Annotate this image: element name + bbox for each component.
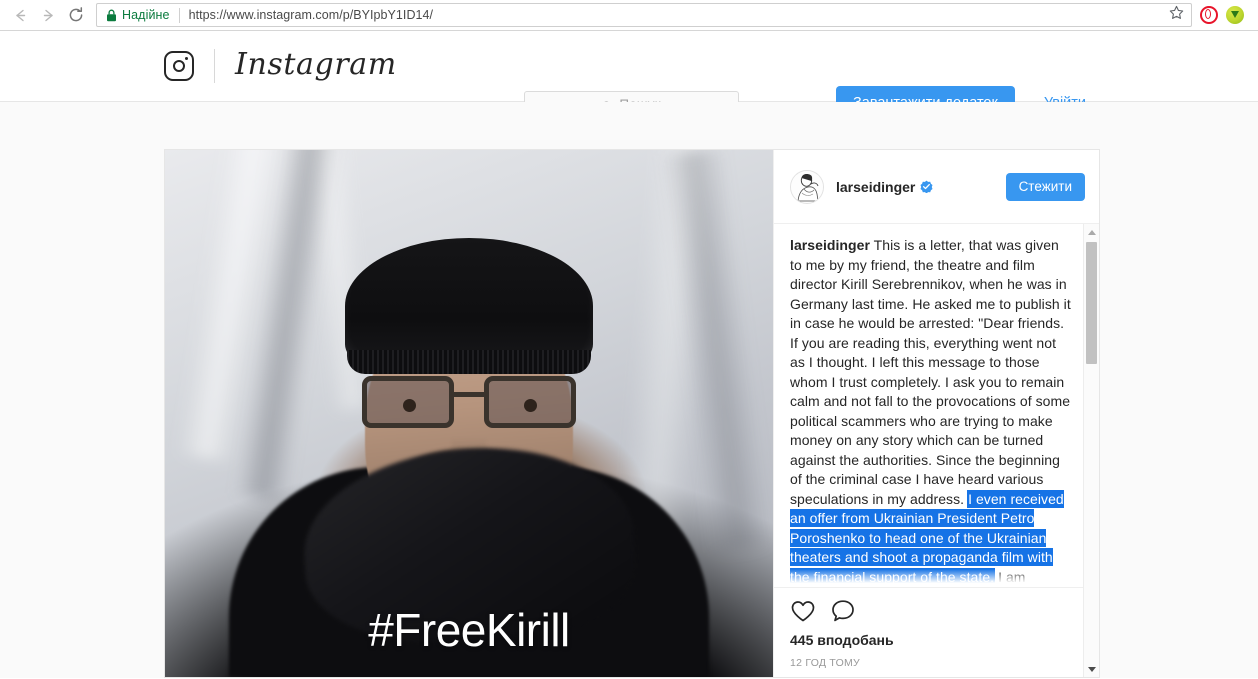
page-body: #FreeKirill larseidinger Стежити larseid… — [0, 102, 1258, 678]
address-bar[interactable]: Надійне https://www.instagram.com/p/BYIp… — [96, 3, 1192, 27]
scroll-up-arrow-icon[interactable] — [1084, 224, 1099, 240]
post-media[interactable]: #FreeKirill — [165, 150, 773, 677]
scrollbar-thumb[interactable] — [1086, 242, 1097, 364]
omnibox-divider — [178, 7, 180, 23]
caption-scrollbar[interactable] — [1083, 224, 1099, 677]
star-icon — [1169, 5, 1184, 25]
reload-icon — [67, 6, 85, 24]
caption-area[interactable]: larseidinger This is a letter, that was … — [774, 224, 1099, 587]
reload-button[interactable] — [62, 2, 90, 28]
forward-arrow-icon — [40, 7, 57, 24]
comment-bubble-icon[interactable] — [830, 598, 856, 624]
url-text: https://www.instagram.com/p/BYIpbY1ID14/ — [188, 8, 434, 22]
lock-icon — [106, 9, 117, 22]
scroll-down-arrow-icon[interactable] — [1084, 661, 1099, 677]
post-actions — [790, 598, 1083, 624]
post-header: larseidinger Стежити — [774, 150, 1099, 224]
likes-count: 445 вподобань — [790, 632, 894, 648]
follow-button[interactable]: Стежити — [1005, 172, 1085, 201]
bookmark-button[interactable] — [1165, 4, 1187, 26]
post-caption: larseidinger This is a letter, that was … — [790, 236, 1073, 587]
photo-overlay-text: #FreeKirill — [368, 604, 570, 656]
green-download-extension-icon[interactable] — [1226, 6, 1244, 24]
caption-text-before: This is a letter, that was given to me b… — [790, 237, 1071, 507]
opera-extension-icon[interactable] — [1200, 6, 1218, 24]
security-label: Надійне — [122, 8, 170, 22]
instagram-wordmark: Instagram — [235, 46, 397, 82]
back-arrow-icon — [12, 7, 29, 24]
post-timestamp: 12 ГОД ТОМУ — [790, 657, 860, 669]
post-sidebar: larseidinger Стежити larseidinger This i… — [773, 150, 1099, 677]
post-author[interactable]: larseidinger — [836, 179, 915, 195]
post-footer: 445 вподобань 12 ГОД ТОМУ — [774, 587, 1099, 677]
forward-button[interactable] — [34, 2, 62, 28]
caption-username[interactable]: larseidinger — [790, 237, 870, 253]
heart-icon[interactable] — [790, 598, 816, 624]
post-photo — [165, 150, 773, 677]
instagram-camera-icon — [164, 51, 194, 81]
instagram-navbar: Instagram Пошук Завантажити додаток Увій… — [0, 31, 1258, 120]
back-button[interactable] — [6, 2, 34, 28]
instagram-logo[interactable]: Instagram — [164, 49, 397, 83]
logo-divider — [214, 49, 215, 83]
avatar[interactable] — [790, 169, 824, 204]
post-card: #FreeKirill larseidinger Стежити larseid… — [164, 149, 1100, 678]
browser-toolbar: Надійне https://www.instagram.com/p/BYIp… — [0, 0, 1258, 31]
verified-badge-icon — [920, 180, 933, 194]
